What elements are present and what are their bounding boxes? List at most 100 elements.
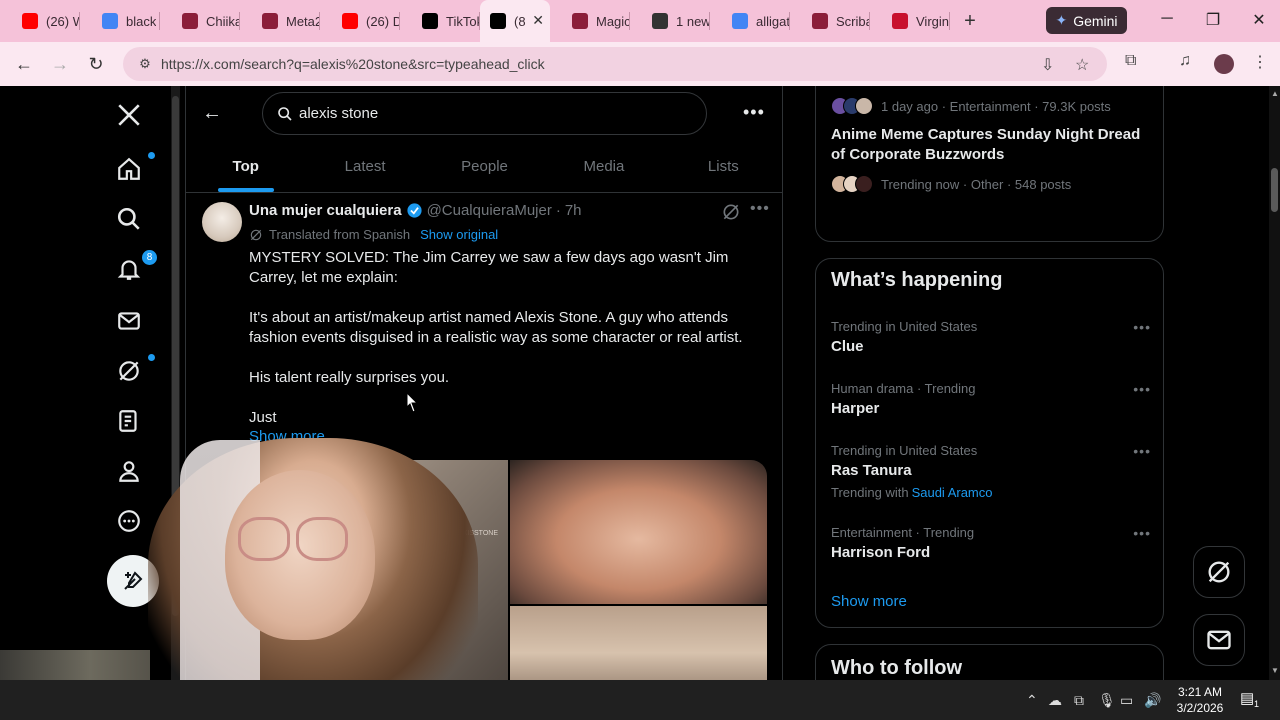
- search-tab-latest[interactable]: Latest: [305, 144, 424, 192]
- browser-tab-title: (8: [514, 13, 526, 29]
- browser-tab-title: Scriba: [836, 13, 870, 29]
- notifications-bell-icon[interactable]: 8: [114, 250, 157, 284]
- volume-icon[interactable]: 🔊: [1144, 680, 1161, 720]
- browser-tab[interactable]: (26) W: [0, 0, 80, 42]
- network-icon[interactable]: ▭: [1120, 680, 1133, 720]
- trend-more-icon[interactable]: •••: [1133, 443, 1151, 459]
- show-more-link[interactable]: Show more: [249, 428, 325, 445]
- scroll-down-arrow-icon[interactable]: ▼: [1271, 666, 1279, 675]
- browser-tab[interactable]: Scriba: [790, 0, 870, 42]
- grok-explain-icon[interactable]: [721, 202, 741, 222]
- trend-item[interactable]: Entertainment · Trending Harrison Ford •…: [831, 525, 1151, 561]
- scroll-up-arrow-icon[interactable]: ▲: [1271, 89, 1279, 98]
- system-clock[interactable]: 3:21 AM 3/2/2026: [1170, 684, 1230, 716]
- bookmark-star-icon[interactable]: ☆: [1075, 55, 1089, 75]
- browser-menu-icon[interactable]: ⋮: [1252, 52, 1268, 72]
- browser-tab[interactable]: (26) D: [320, 0, 400, 42]
- browser-tab-title: alligat: [756, 13, 790, 29]
- tweet-media-grid[interactable]: @THEALEXISSTONE: [249, 460, 767, 680]
- tweet-more-icon[interactable]: •••: [750, 200, 770, 218]
- search-tab-lists[interactable]: Lists: [664, 144, 783, 192]
- lists-icon[interactable]: [114, 406, 144, 436]
- browser-tab[interactable]: black: [80, 0, 160, 42]
- show-hidden-icons[interactable]: ⌃: [1026, 680, 1038, 720]
- tweet-time[interactable]: 7h: [565, 202, 582, 219]
- media-image-mask[interactable]: [510, 606, 767, 680]
- close-window-icon[interactable]: ✕: [1249, 10, 1269, 30]
- back-icon[interactable]: ←: [13, 53, 35, 75]
- left-scrollbar[interactable]: [171, 86, 180, 680]
- tray-app-icon[interactable]: ⧉: [1074, 680, 1084, 720]
- search-input[interactable]: [299, 105, 679, 122]
- trend-more-icon[interactable]: •••: [1133, 525, 1151, 541]
- onedrive-icon[interactable]: ☁: [1048, 680, 1062, 720]
- tweet[interactable]: Una mujer cualquiera @CualquieraMujer · …: [186, 194, 783, 680]
- page-scrollbar-thumb[interactable]: [1271, 168, 1278, 212]
- news-item-2-meta[interactable]: Trending now · Other · 548 posts: [831, 175, 1071, 193]
- tweet-author-handle[interactable]: @CualquieraMujer: [427, 202, 552, 219]
- browser-tab[interactable]: TikTok: [400, 0, 480, 42]
- address-bar[interactable]: ⚙ https://x.com/search?q=alexis%20stone&…: [123, 47, 1107, 81]
- trend-more-icon[interactable]: •••: [1133, 381, 1151, 397]
- reload-icon[interactable]: ↻: [85, 53, 107, 75]
- browser-tab[interactable]: Magic: [550, 0, 630, 42]
- header-separator: ·: [555, 202, 561, 219]
- more-circle-icon[interactable]: [114, 506, 144, 536]
- media-control-icon[interactable]: ♫: [1179, 52, 1191, 70]
- close-tab-icon[interactable]: ✕: [532, 12, 544, 29]
- compose-post-button[interactable]: [107, 555, 159, 607]
- trend-title: Clue: [831, 338, 864, 355]
- profile-person-icon[interactable]: [114, 456, 144, 486]
- profile-avatar[interactable]: [1214, 54, 1234, 74]
- news-item-2-title[interactable]: Anime Meme Captures Sunday Night Dread o…: [831, 125, 1151, 165]
- left-scrollbar-thumb[interactable]: [172, 96, 179, 616]
- trend-item[interactable]: Trending in United States Clue •••: [831, 319, 1151, 355]
- forward-icon[interactable]: →: [49, 53, 71, 75]
- search-tab-people[interactable]: People: [425, 144, 544, 192]
- show-original-link[interactable]: Show original: [420, 227, 498, 242]
- browser-tab[interactable]: (8 ✕: [480, 0, 550, 42]
- browser-tab[interactable]: Chiika: [160, 0, 240, 42]
- trend-more-icon[interactable]: •••: [1133, 319, 1151, 335]
- grok-icon[interactable]: [114, 354, 155, 386]
- search-tab-top[interactable]: Top: [186, 144, 305, 192]
- gemini-button[interactable]: ✦ Gemini: [1046, 7, 1127, 34]
- tweet-paragraph: MYSTERY SOLVED: The Jim Carrey we saw a …: [249, 249, 729, 286]
- messages-envelope-icon[interactable]: [114, 306, 144, 336]
- minimize-icon[interactable]: ─: [1157, 10, 1177, 28]
- grok-floating-button[interactable]: [1193, 546, 1245, 598]
- page-scrollbar[interactable]: ▲ ▼: [1269, 86, 1280, 680]
- media-image-face[interactable]: [510, 460, 767, 604]
- new-tab-button[interactable]: +: [954, 10, 986, 33]
- restore-icon[interactable]: ❐: [1203, 10, 1223, 30]
- explore-search-icon[interactable]: [114, 204, 144, 234]
- browser-tab[interactable]: Virgin: [870, 0, 950, 42]
- tweet-author-name[interactable]: Una mujer cualquiera: [249, 202, 402, 219]
- browser-tab[interactable]: alligat: [710, 0, 790, 42]
- search-box[interactable]: [262, 92, 707, 135]
- home-icon[interactable]: [114, 152, 155, 184]
- grok-float-icon: [1208, 561, 1230, 583]
- mouse-pointer-icon: [406, 392, 418, 413]
- install-app-icon[interactable]: ⇩: [1041, 55, 1054, 75]
- search-tab-media[interactable]: Media: [544, 144, 663, 192]
- site-info-icon[interactable]: ⚙: [131, 56, 159, 72]
- trend-item[interactable]: Human drama · Trending Harper •••: [831, 381, 1151, 417]
- extensions-icon[interactable]: ⧉: [1125, 52, 1136, 70]
- media-image-left[interactable]: @THEALEXISSTONE: [249, 460, 508, 680]
- browser-tab[interactable]: Meta2: [240, 0, 320, 42]
- x-logo-icon[interactable]: [114, 100, 144, 130]
- news-item-1-meta[interactable]: 1 day ago · Entertainment · 79.3K posts: [831, 97, 1111, 115]
- browser-tab[interactable]: 1 new: [630, 0, 710, 42]
- back-arrow-icon[interactable]: ←: [202, 102, 224, 124]
- microphone-icon[interactable]: 🎙: [1098, 680, 1116, 720]
- trend-item[interactable]: Trending in United States Ras Tanura Tre…: [831, 443, 1151, 500]
- trends-show-more-link[interactable]: Show more: [831, 593, 907, 610]
- notification-center-icon[interactable]: ▤ 1: [1240, 689, 1262, 711]
- messages-floating-button[interactable]: [1193, 614, 1245, 666]
- trending-with-link[interactable]: Saudi Aramco: [912, 485, 993, 500]
- tweet-author-avatar[interactable]: [202, 202, 242, 242]
- url-text[interactable]: https://x.com/search?q=alexis%20stone&sr…: [161, 56, 545, 72]
- search-options-more-icon[interactable]: •••: [743, 102, 765, 123]
- translation-notice: Translated from Spanish Show original: [249, 227, 498, 242]
